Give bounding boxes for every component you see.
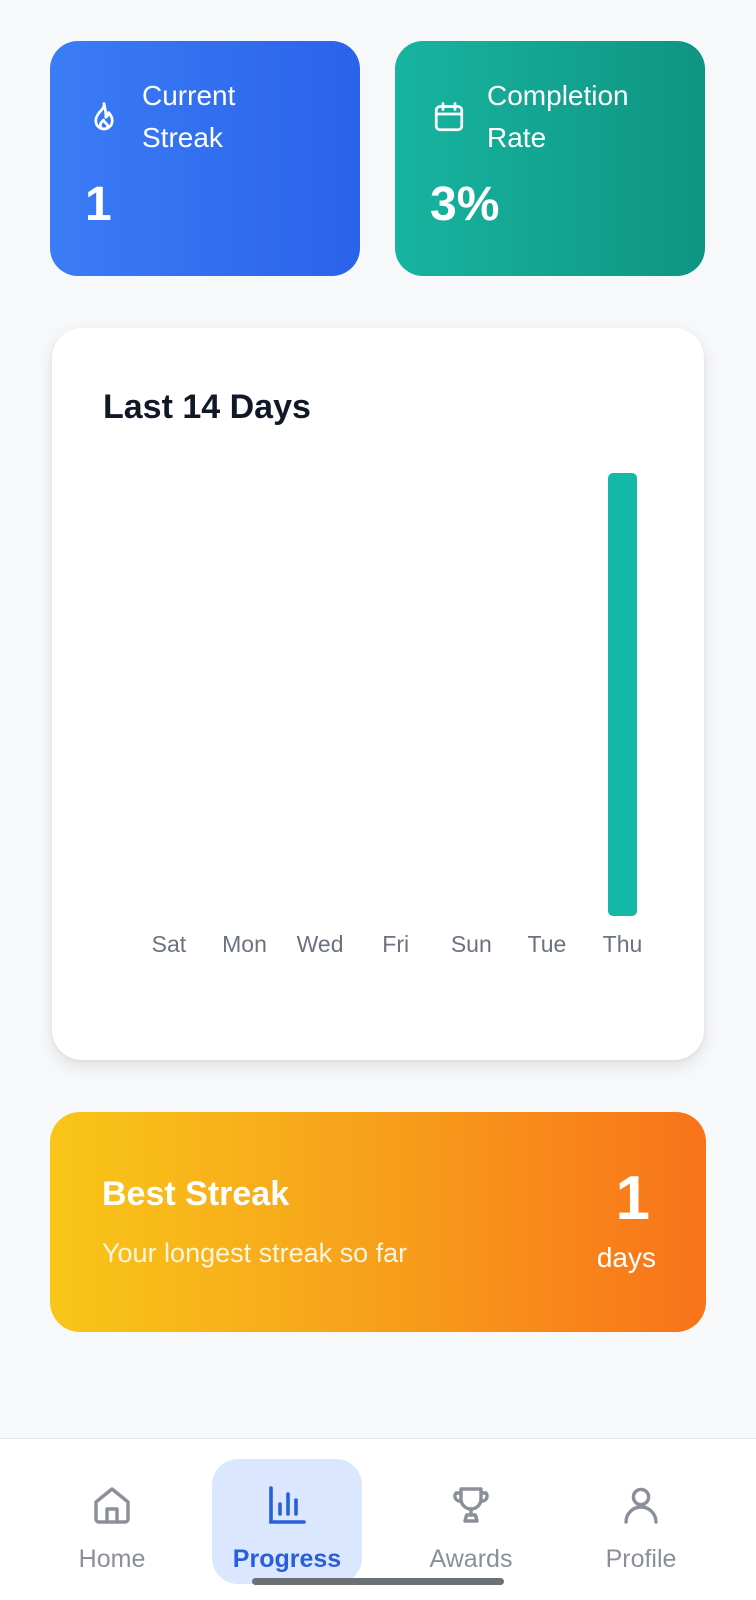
nav-home-label: Home [78,1545,146,1573]
current-streak-value: 1 [85,178,112,231]
x-tick-sat-0: Sat [152,931,187,957]
x-tick-tue-5: Tue [528,931,567,957]
best-streak-card: Best Streak Your longest streak so far 1… [50,1112,706,1332]
nav-awards[interactable]: Awards [396,1459,546,1584]
x-tick-sun-4: Sun [451,931,492,957]
last-14-days-chart-card: Last 14 Days Sat Mon Wed Fri Sun Tue Thu [52,328,704,1060]
bar-chart: Sat Mon Wed Fri Sun Tue Thu [152,473,643,957]
x-tick-mon-1: Mon [222,931,267,957]
trophy-icon [447,1481,495,1529]
bottom-navigation: Home Progress Awards Profile [0,1438,756,1600]
completion-rate-value: 3% [430,178,500,231]
progress-screen: Current Streak 1 Completion Rate 3% Last… [0,0,756,1600]
completion-rate-card: Completion Rate 3% [395,41,705,276]
bar-chart-icon [263,1481,311,1529]
best-streak-value: 1 [615,1164,650,1233]
nav-progress-label: Progress [232,1545,342,1573]
completion-rate-label: Completion Rate [487,80,629,153]
home-icon [88,1481,136,1529]
flame-icon [86,99,122,135]
user-icon [617,1481,665,1529]
best-streak-unit: days [596,1242,656,1273]
nav-profile[interactable]: Profile [566,1459,716,1584]
best-streak-subtitle: Your longest streak so far [102,1238,408,1268]
home-indicator [252,1578,504,1585]
nav-progress[interactable]: Progress [212,1459,362,1584]
nav-profile-label: Profile [605,1545,677,1573]
x-tick-thu-6: Thu [603,931,643,957]
current-streak-card: Current Streak 1 [50,41,360,276]
calendar-icon [431,99,467,135]
nav-awards-label: Awards [429,1545,513,1573]
nav-home[interactable]: Home [37,1459,187,1584]
x-tick-wed-2: Wed [297,931,344,957]
best-streak-title: Best Streak [102,1175,290,1213]
x-tick-fri-3: Fri [382,931,409,957]
current-streak-label: Current Streak [142,80,236,153]
bar-thu-12 [608,473,637,916]
